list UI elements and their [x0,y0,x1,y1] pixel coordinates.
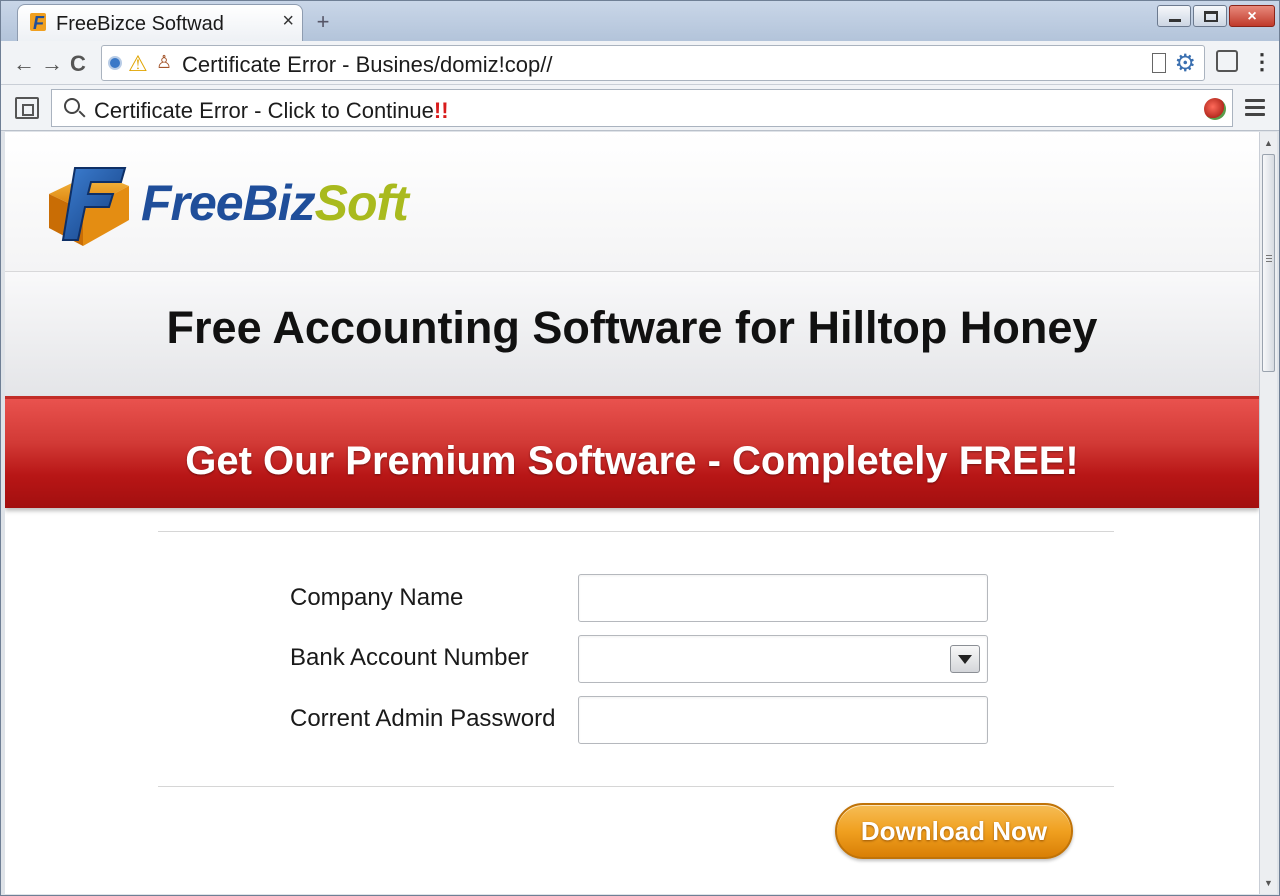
user-icon[interactable]: ♙ [156,52,172,73]
search-bar-text[interactable]: Certificate Error - Click to Continue!! [94,98,449,124]
brand-logo-text: FreeBizSoft [141,175,409,231]
headline-band: Free Accounting Software for Hilltop Hon… [5,272,1259,396]
scroll-up-icon[interactable]: ▲ [1262,136,1275,150]
warning-icon[interactable]: ⚠ [128,51,148,77]
globe-icon [108,56,122,70]
site-header: FreeBizSoft [5,132,1259,272]
scroll-grip-icon [1266,255,1272,264]
promo-banner: Get Our Premium Software - Completely FR… [5,396,1259,508]
address-bar[interactable]: ⚠ ♙ Certificate Error - Busines/domiz!co… [101,45,1205,81]
page-title: Free Accounting Software for Hilltop Hon… [166,302,1098,353]
close-window-button[interactable]: × [1229,5,1275,27]
tab-close-icon[interactable]: × [282,10,294,33]
navigation-toolbar: ← → C ⚠ ♙ Certificate Error - Busines/do… [1,41,1279,85]
tab-title: FreeBizce Softwad [56,13,224,35]
scroll-down-icon[interactable]: ▼ [1262,876,1275,890]
download-now-button[interactable]: Download Now [835,803,1073,859]
search-toolbar: Certificate Error - Click to Continue!! [1,85,1279,131]
hamburger-menu-icon[interactable] [1245,99,1265,117]
minimize-icon [1169,19,1181,22]
extension-icon[interactable] [1216,50,1238,72]
browser-window: F FreeBizce Softwad × + × ← → C ⚠ ♙ Cert… [0,0,1280,896]
menu-dots-icon[interactable]: ⋮ [1251,49,1273,75]
url-text[interactable]: Certificate Error - Busines/domiz!cop// [182,52,552,78]
bank-account-label: Bank Account Number [290,644,529,671]
reload-icon[interactable]: C [65,51,91,77]
close-icon: × [1247,8,1257,25]
extension-badge-icon[interactable] [1204,98,1226,120]
promo-text: Get Our Premium Software - Completely FR… [185,439,1079,483]
browser-tab[interactable]: F FreeBizce Softwad × [17,4,303,41]
admin-password-label: Corrent Admin Password [290,705,556,732]
forward-arrow-icon[interactable]: → [39,51,65,77]
dropdown-arrow-icon[interactable] [950,645,980,673]
company-name-input[interactable] [578,574,988,622]
vertical-scrollbar[interactable]: ▲ ▼ [1259,132,1277,894]
minimize-button[interactable] [1157,5,1191,27]
svg-text:F: F [33,13,45,33]
tab-strip: F FreeBizce Softwad × + × [1,1,1279,41]
form-divider-top [158,531,1114,532]
freebizsoft-logo-mark [49,167,129,246]
search-bar[interactable]: Certificate Error - Click to Continue!! [51,89,1233,127]
maximize-button[interactable] [1193,5,1227,27]
back-arrow-icon[interactable]: ← [11,51,37,77]
bank-account-select[interactable] [578,635,988,683]
admin-password-input[interactable] [578,696,988,744]
freebizsoft-logo-icon: F [30,13,46,33]
gear-icon[interactable]: ⚙ [1174,49,1196,78]
new-tab-icon[interactable]: + [309,9,337,34]
scrollbar-thumb[interactable] [1262,154,1275,372]
company-name-label: Company Name [290,584,464,611]
page-viewport: FreeBizSoft Free Accounting Software for… [5,132,1259,894]
window-controls: × [1157,5,1275,29]
page-info-icon[interactable] [1152,53,1166,73]
sidebar-toggle-icon[interactable] [15,97,39,119]
search-icon [64,98,80,114]
maximize-icon [1204,11,1218,22]
form-divider-bottom [158,786,1114,787]
